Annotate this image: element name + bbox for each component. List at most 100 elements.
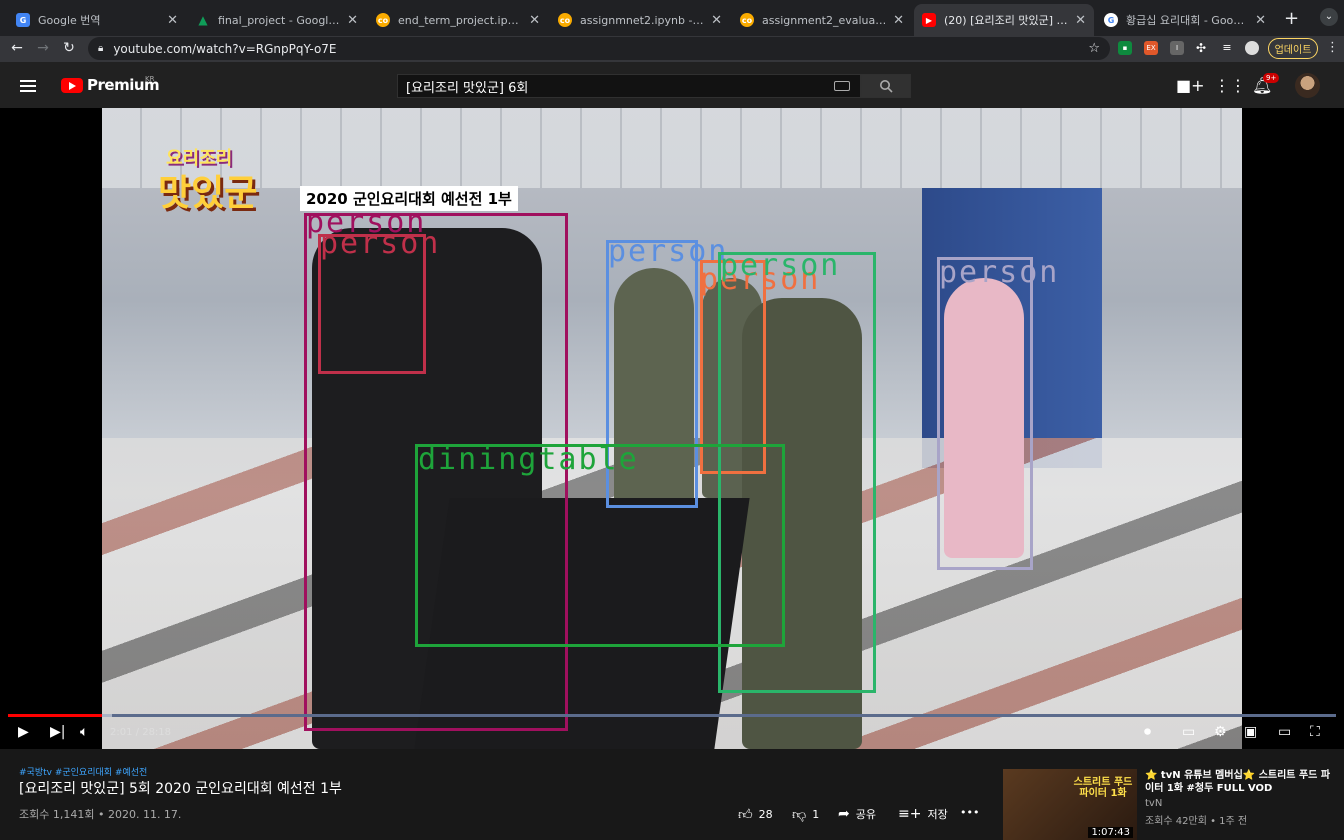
tab-google-search[interactable]: G 황급십 요리대회 - Google 검색 ✕ (1096, 4, 1274, 36)
tab-title: 황급십 요리대회 - Google 검색 (1126, 14, 1250, 27)
search-button[interactable] (861, 74, 911, 98)
address-url: youtube.com/watch?v=RGnpPqY-o7E (113, 41, 337, 56)
hamburger-menu-icon[interactable] (20, 80, 36, 92)
fullscreen-icon[interactable]: ⛶ (1310, 724, 1320, 740)
time-current: 2:01 (110, 727, 133, 738)
extension-icon[interactable]: EX (1144, 41, 1158, 55)
tab-title: (20) [요리조리 맛있군] 5회 2020 군인요리대회 (944, 14, 1069, 27)
google-translate-icon: G (16, 13, 30, 27)
share-icon: ➦ (838, 806, 850, 822)
tab-title: Google 번역 (38, 14, 101, 27)
tab-title: final_project - Google 드라이브 (218, 14, 341, 27)
tab-title: assignment2_evaluation_template (762, 13, 887, 27)
recommendation-title[interactable]: ⭐ tvN 유튜브 멤버십⭐ 스트리트 푸드 파이터 1화 #청두 FULL V… (1145, 769, 1335, 795)
apps-grid-icon[interactable]: ⋮⋮ (1214, 76, 1246, 95)
subtitles-icon[interactable]: ▭ (1182, 724, 1195, 740)
volume-icon[interactable]: 🔈︎ (80, 724, 88, 740)
recommendation-channel[interactable]: tvN (1145, 798, 1162, 809)
detection-label: person (320, 226, 441, 261)
autoplay-toggle[interactable]: ⏺︎ (1144, 724, 1151, 740)
search-icon (880, 80, 893, 93)
miniplayer-icon[interactable]: ▣ (1244, 724, 1257, 740)
next-icon[interactable]: ▶| (50, 724, 65, 740)
like-count: 28 (758, 808, 773, 821)
tab-title: end_term_project.ipynb - Colab (398, 13, 524, 27)
close-tab-icon[interactable]: ✕ (893, 13, 904, 28)
browser-tab-strip: G Google 번역 ✕ ▲ final_project - Google 드… (0, 0, 1344, 36)
close-tab-icon[interactable]: ✕ (529, 13, 540, 28)
tab-youtube[interactable]: ▶ (20) [요리조리 맛있군] 5회 2020 군인요리대회 ✕ (914, 4, 1094, 36)
tab-google-drive[interactable]: ▲ final_project - Google 드라이브 ✕ (188, 4, 366, 36)
recommendation-thumbnail[interactable]: 스트리트 푸드파이터 1화 1:07:43 (1003, 769, 1137, 840)
update-button[interactable]: 업데이트 (1268, 38, 1318, 59)
google-drive-icon: ▲ (198, 13, 208, 27)
thumbnail-text: 스트리트 푸드파이터 1화 (1073, 777, 1133, 799)
video-player[interactable]: 요리조리 맛있군 2020 군인요리대회 예선전 1부 ✪ person per… (0, 108, 1344, 749)
detection-box-person (937, 257, 1033, 570)
video-meta: 조회수 1,141회 • 2020. 11. 17. (19, 808, 182, 821)
bookmark-star-icon[interactable]: ☆ (1088, 41, 1100, 56)
profile-avatar[interactable] (1245, 41, 1259, 55)
detection-label: person (720, 248, 841, 283)
youtube-logo-icon[interactable] (61, 78, 83, 93)
colab-icon: co (558, 13, 572, 27)
tab-colab-assignment2[interactable]: co assignmnet2.ipynb - Colaboratory ✕ (550, 4, 730, 36)
puzzle-extensions-icon[interactable]: ✣ (1194, 41, 1208, 55)
settings-gear-icon[interactable]: ⚙ (1214, 724, 1227, 740)
video-hashtags[interactable]: #국방tv #군인요리대회 #예선전 (19, 765, 147, 778)
search-box[interactable] (397, 74, 861, 98)
save-button[interactable]: ≡+ 저장 (898, 806, 948, 822)
close-tab-icon[interactable]: ✕ (347, 13, 358, 28)
extension-icon[interactable]: ▪ (1118, 41, 1132, 55)
address-bar[interactable]: 🔒︎ youtube.com/watch?v=RGnpPqY-o7E ☆ (88, 37, 1110, 60)
colab-icon: co (740, 13, 754, 27)
colab-icon: co (376, 13, 390, 27)
keyboard-icon[interactable] (834, 81, 850, 91)
tab-colab-end-term[interactable]: co end_term_project.ipynb - Colab ✕ (368, 4, 548, 36)
close-tab-icon[interactable]: ✕ (1255, 13, 1266, 28)
media-control-icon[interactable]: ≡ (1220, 41, 1234, 55)
show-logo: 요리조리 맛있군 (154, 138, 304, 228)
view-count: 조회수 1,141회 (19, 808, 95, 821)
thumbs-down-icon: 👎︎ (792, 807, 807, 823)
extension-icon[interactable]: I (1170, 41, 1184, 55)
share-button[interactable]: ➦ 공유 (838, 806, 876, 822)
region-code: KR (145, 75, 155, 83)
save-label: 저장 (927, 808, 948, 821)
detection-label: person (939, 255, 1060, 290)
progress-buffered (102, 714, 113, 717)
tab-colab-evaluation[interactable]: co assignment2_evaluation_template ✕ (732, 4, 912, 36)
upload-date: 2020. 11. 17. (107, 808, 182, 821)
browser-menu-icon[interactable]: ⋮ (1326, 40, 1339, 55)
thumbs-up-icon: 👍︎ (738, 807, 753, 823)
progress-played (8, 714, 103, 717)
reload-icon[interactable]: ↻ (60, 40, 78, 56)
recommendation-meta: 조회수 42만회 • 1주 전 (1145, 816, 1248, 827)
like-button[interactable]: 👍︎ 28 (738, 806, 773, 823)
video-details: #국방tv #군인요리대회 #예선전 [요리조리 맛있군] 5회 2020 군인… (0, 749, 1344, 840)
create-video-icon[interactable]: ■+ (1176, 76, 1205, 95)
time-total: 28:18 (142, 727, 172, 738)
forward-icon[interactable]: → (34, 40, 52, 56)
back-icon[interactable]: ← (8, 40, 26, 56)
lock-icon: 🔒︎ (98, 43, 104, 54)
time-display: 2:01 / 28:18 (110, 727, 172, 738)
dislike-count: 1 (812, 808, 820, 821)
playlist-add-icon: ≡+ (898, 806, 922, 822)
search-input[interactable] (398, 78, 818, 94)
new-tab-button[interactable]: + (1284, 8, 1299, 29)
close-tab-icon[interactable]: ✕ (1075, 13, 1086, 28)
close-tab-icon[interactable]: ✕ (711, 13, 722, 28)
progress-bar[interactable] (8, 714, 1336, 717)
theater-mode-icon[interactable]: ▭ (1278, 724, 1291, 740)
notification-badge: 9+ (1263, 73, 1280, 83)
account-avatar[interactable] (1295, 73, 1320, 98)
dislike-button[interactable]: 👎︎ 1 (792, 806, 819, 823)
more-actions-icon[interactable]: ••• (960, 806, 979, 819)
tab-google-translate[interactable]: G Google 번역 ✕ (8, 4, 186, 36)
tab-search-icon[interactable]: ⌄ (1320, 8, 1338, 26)
close-tab-icon[interactable]: ✕ (167, 13, 178, 28)
play-icon[interactable]: ▶ (18, 724, 29, 740)
youtube-icon: ▶ (922, 13, 936, 27)
share-label: 공유 (855, 808, 876, 821)
